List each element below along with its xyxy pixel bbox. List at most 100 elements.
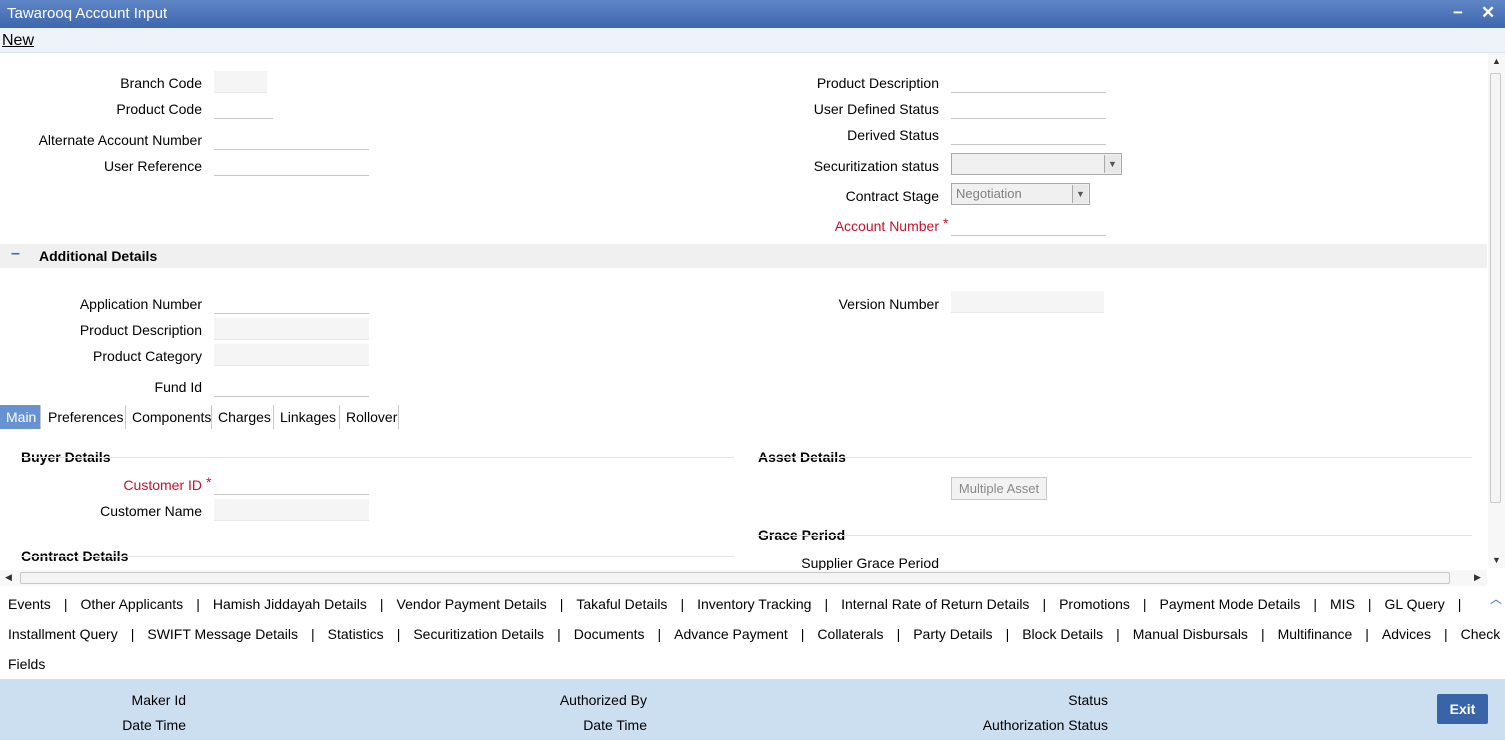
link-installment-query[interactable]: Installment Query — [8, 626, 118, 642]
new-menu-item[interactable]: New — [2, 32, 34, 50]
link-advance-payment[interactable]: Advance Payment — [674, 626, 788, 642]
separator: | — [1042, 596, 1047, 612]
vertical-scrollbar[interactable]: ▲ ▼ — [1488, 53, 1505, 568]
separator: | — [657, 626, 662, 642]
subsystem-links: Events | Other Applicants | Hamish Jiddayah … — [0, 590, 1505, 678]
link-check-list[interactable]: Check List — [1461, 626, 1505, 642]
link-other-applicants[interactable]: Other Applicants — [80, 596, 183, 612]
link-multifinance[interactable]: Multifinance — [1278, 626, 1353, 642]
fund-id-label: Fund Id — [154, 379, 202, 395]
branch-code-label: Branch Code — [120, 75, 202, 91]
user-defined-status-field[interactable] — [951, 97, 1106, 119]
vertical-scroll-thumb[interactable] — [1490, 73, 1501, 503]
contract-stage-select[interactable]: Negotiation ▼ — [951, 183, 1090, 205]
link-collaterals[interactable]: Collaterals — [817, 626, 883, 642]
link-hamish-jiddayah-details[interactable]: Hamish Jiddayah Details — [213, 596, 367, 612]
separator: | — [396, 626, 401, 642]
link-party-details[interactable]: Party Details — [913, 626, 992, 642]
additional-details-header[interactable]: – Additional Details — [0, 244, 1487, 268]
link-payment-mode-details[interactable]: Payment Mode Details — [1160, 596, 1301, 612]
collapse-icon[interactable]: – — [11, 245, 20, 263]
additional-details-title: Additional Details — [39, 248, 158, 264]
exit-button[interactable]: Exit — [1437, 694, 1488, 724]
link-vendor-payment-details[interactable]: Vendor Payment Details — [397, 596, 547, 612]
scroll-down-icon[interactable]: ▼ — [1492, 555, 1501, 565]
maker-date-time-label: Date Time — [122, 717, 186, 733]
derived-status-field[interactable] — [951, 123, 1106, 145]
link-advices[interactable]: Advices — [1382, 626, 1431, 642]
link-manual-disbursals[interactable]: Manual Disbursals — [1133, 626, 1248, 642]
product-category-field[interactable] — [214, 344, 369, 366]
links-row-1: Events | Other Applicants | Hamish Jiddayah … — [8, 596, 1474, 612]
link-statistics[interactable]: Statistics — [328, 626, 384, 642]
alternate-account-number-field[interactable] — [214, 128, 369, 150]
link-fields[interactable]: Fields — [8, 656, 45, 672]
link-takaful-details[interactable]: Takaful Details — [576, 596, 667, 612]
separator: | — [1142, 596, 1147, 612]
separator: | — [557, 626, 561, 642]
tab-preferences[interactable]: Preferences — [42, 405, 126, 429]
securitization-status-select[interactable]: ▼ — [951, 153, 1122, 175]
fund-id-field[interactable] — [214, 375, 369, 397]
audit-footer — [0, 679, 1505, 740]
links-row-2: Installment Query | SWIFT Message Details |… — [8, 626, 1505, 642]
scroll-left-icon[interactable]: ◀ — [5, 572, 12, 583]
branch-code-field[interactable] — [214, 71, 267, 93]
separator: | — [1313, 596, 1318, 612]
separator: | — [680, 596, 685, 612]
multiple-asset-button[interactable]: Multiple Asset — [951, 477, 1047, 500]
separator: | — [824, 596, 829, 612]
separator: | — [896, 626, 901, 642]
horizontal-scrollbar[interactable]: ◀ ▶ — [0, 570, 1487, 586]
link-swift-message-details[interactable]: SWIFT Message Details — [147, 626, 298, 642]
separator: | — [1443, 626, 1448, 642]
authorized-by-label: Authorized By — [559, 692, 647, 708]
ad-product-description-field[interactable] — [214, 318, 369, 340]
link-internal-rate-of-return-details[interactable]: Internal Rate of Return Details — [841, 596, 1029, 612]
collapse-links-icon[interactable]: ︿ — [1490, 590, 1502, 607]
tab-main[interactable]: Main — [0, 405, 41, 429]
product-description-field[interactable] — [951, 71, 1106, 93]
tab-components[interactable]: Components — [126, 405, 212, 429]
tab-rollover[interactable]: Rollover — [340, 405, 399, 429]
alternate-account-number-label: Alternate Account Number — [38, 132, 202, 148]
user-reference-field[interactable] — [214, 154, 369, 176]
auth-date-time-label: Date Time — [583, 717, 647, 733]
link-block-details[interactable]: Block Details — [1022, 626, 1103, 642]
required-star: * — [206, 474, 212, 490]
tab-charges[interactable]: Charges — [212, 405, 274, 429]
link-promotions[interactable]: Promotions — [1059, 596, 1130, 612]
links-row-3: Fields — [8, 656, 45, 672]
separator: | — [1367, 596, 1372, 612]
product-description-label: Product Description — [816, 75, 939, 91]
maker-id-label: Maker Id — [131, 692, 186, 708]
version-number-field[interactable] — [951, 291, 1104, 313]
divider — [758, 457, 1472, 458]
link-events[interactable]: Events — [8, 596, 51, 612]
scroll-up-icon[interactable]: ▲ — [1492, 56, 1501, 66]
horizontal-scroll-thumb[interactable] — [20, 572, 1450, 584]
chevron-down-icon: ▼ — [1104, 155, 1120, 173]
customer-name-field[interactable] — [214, 499, 369, 521]
scroll-right-icon[interactable]: ▶ — [1474, 572, 1481, 583]
separator: | — [1260, 626, 1265, 642]
application-number-label: Application Number — [79, 296, 202, 312]
separator: | — [559, 596, 564, 612]
application-number-field[interactable] — [214, 292, 369, 314]
account-number-field[interactable] — [951, 214, 1106, 236]
link-documents[interactable]: Documents — [574, 626, 645, 642]
separator: | — [800, 626, 805, 642]
product-category-label: Product Category — [93, 348, 202, 364]
link-securitization-details[interactable]: Securitization Details — [413, 626, 544, 642]
link-mis[interactable]: MIS — [1330, 596, 1355, 612]
separator: | — [311, 626, 315, 642]
link-gl-query[interactable]: GL Query — [1385, 596, 1445, 612]
derived-status-label: Derived Status — [847, 127, 939, 143]
close-icon[interactable]: ✕ — [1481, 3, 1495, 23]
product-code-field[interactable] — [214, 97, 273, 119]
tab-linkages[interactable]: Linkages — [274, 405, 340, 429]
customer-id-field[interactable] — [214, 473, 369, 495]
link-inventory-tracking[interactable]: Inventory Tracking — [697, 596, 811, 612]
separator: | — [1116, 626, 1120, 642]
minimize-icon[interactable]: − — [1453, 3, 1463, 23]
